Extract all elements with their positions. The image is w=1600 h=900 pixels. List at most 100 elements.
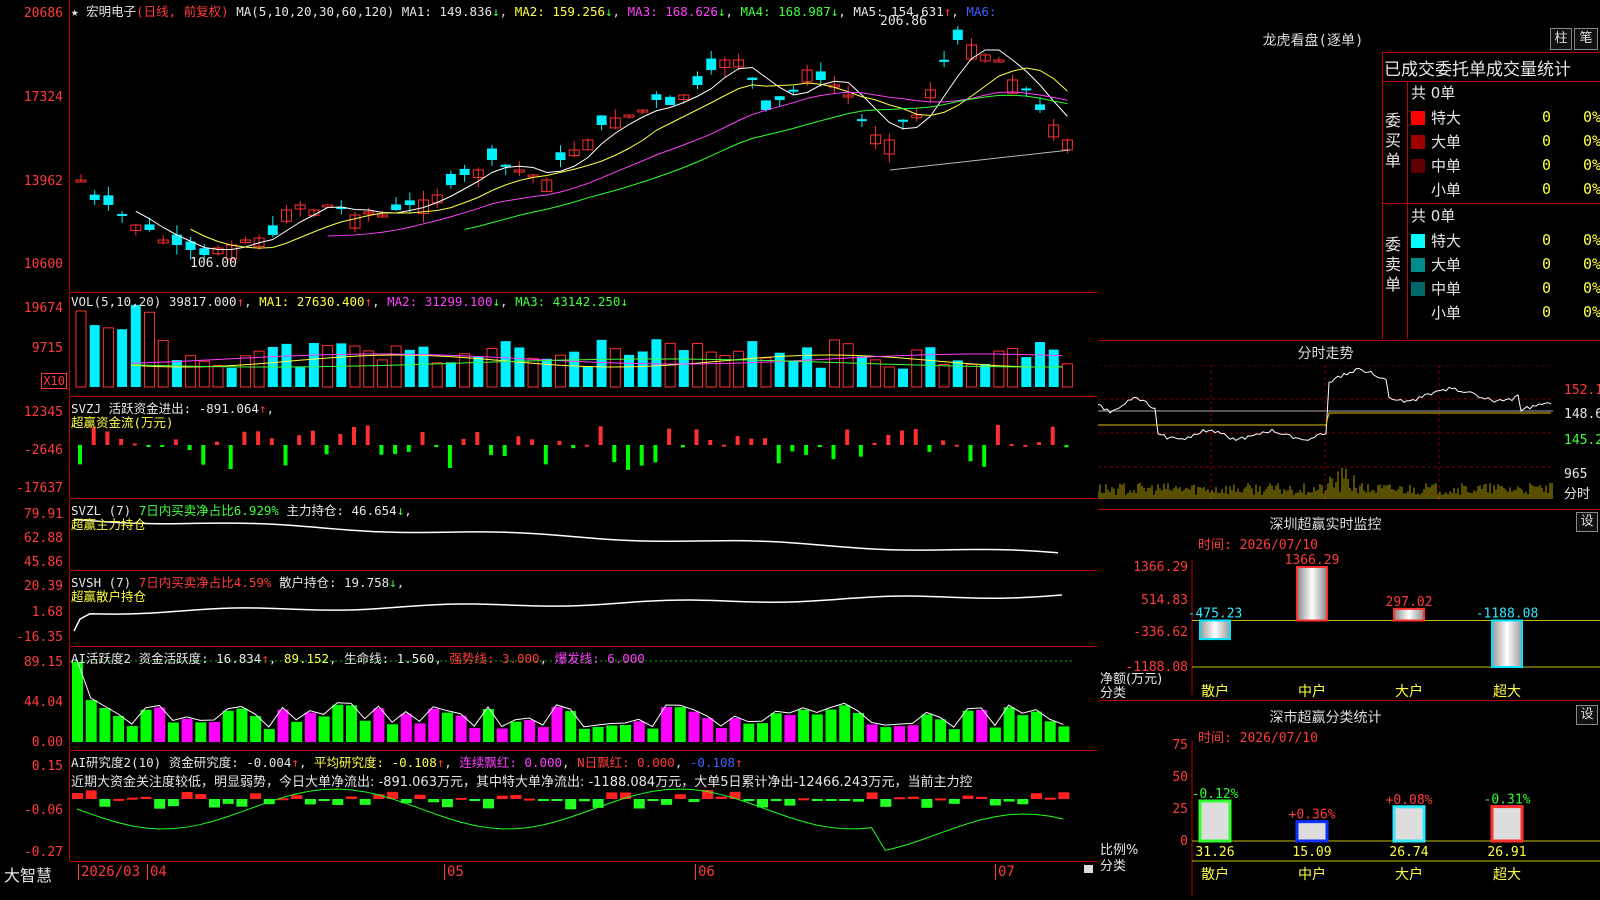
activity-bar — [1003, 707, 1015, 742]
svzj-bar — [379, 445, 384, 455]
candle-down — [815, 71, 826, 80]
research-bar — [1044, 797, 1056, 800]
svzj-bar — [598, 426, 603, 445]
activity-bar — [455, 715, 467, 742]
candle-down — [144, 224, 155, 230]
candle-down — [89, 194, 100, 200]
intraday-tick: 148.6 — [1564, 407, 1600, 422]
research-bar — [428, 799, 440, 803]
ai2-tick: -0.06 — [23, 803, 63, 818]
svzj-bar — [817, 445, 822, 447]
ai2-header: AI研究度2(10) 资金研究度: -0.004↑, 平均研究度: -0.108… — [71, 755, 743, 770]
activity-bar — [757, 723, 768, 742]
volume-label: VOL(5,10,20) — [71, 294, 162, 309]
star-icon: ★ — [71, 4, 87, 19]
activity-bar — [565, 711, 577, 742]
svzj-bar — [667, 428, 672, 445]
volume-bar — [171, 360, 182, 387]
order-type: 大单 — [1431, 132, 1462, 151]
volume-bar — [459, 353, 471, 388]
svzj-bar — [269, 438, 274, 445]
stock-name[interactable]: 宏明电子 — [86, 4, 136, 19]
candle-down — [103, 195, 114, 205]
volume-bar — [952, 360, 963, 387]
monitor-category: 大户 — [1395, 683, 1423, 700]
ai1-tick: 0.00 — [31, 735, 63, 750]
research-bar — [880, 799, 892, 807]
classify-tick: 50 — [1172, 770, 1188, 785]
brand-logo: 大智慧 — [4, 866, 53, 885]
volume-bar — [733, 350, 745, 388]
research-bar — [852, 799, 864, 802]
classify-category: 中户 — [1298, 866, 1326, 883]
ma1-line — [135, 49, 1068, 250]
volume-bar — [336, 343, 347, 387]
svsh-text1: 7日内买卖净占比4.59% — [138, 575, 272, 590]
bar-mode-button[interactable]: 柱 — [1550, 28, 1572, 50]
svzj-bar — [954, 444, 959, 447]
activity-bar — [441, 712, 453, 742]
kline-header: ★ 宏明电子(日线, 前复权) MA(5,10,20,30,60,120) MA… — [71, 4, 997, 19]
classify-value: 31.26 — [1195, 845, 1234, 860]
candle-down — [404, 200, 415, 205]
intraday-panel[interactable]: 分时走势 152.1 148.6 145.2 965 分时 — [1098, 341, 1600, 510]
kline-pane[interactable] — [70, 0, 1097, 293]
order-count: 0 — [1541, 231, 1551, 249]
research-bar — [1003, 799, 1015, 802]
lock-icon[interactable] — [1084, 865, 1093, 873]
volume-bar — [376, 359, 388, 388]
activity-bar — [167, 722, 179, 742]
order-pct: 0% — [1582, 180, 1600, 198]
ma-label: MA(5,10,20,30,60,120) — [236, 4, 395, 19]
volume-bar — [815, 367, 826, 387]
ai2-v3: 连续飘红: 0.000 — [459, 755, 563, 770]
research-bar — [935, 798, 947, 801]
volume-ma3: MA3: 43142.250 — [515, 294, 621, 309]
tick-mode-button[interactable]: 笔 — [1574, 28, 1598, 50]
volume-bar — [788, 360, 799, 387]
volume-bar — [486, 348, 498, 388]
svzj-bar — [557, 440, 562, 445]
activity-bar — [428, 708, 440, 742]
svzj-bar — [530, 439, 535, 445]
research-bar — [606, 792, 618, 799]
svzj-bar — [735, 435, 740, 445]
svzj-bar — [228, 445, 233, 470]
svzj-axis: 12345 -2646 -17637 — [0, 397, 70, 498]
ai1-header: AI活跃度2 资金活跃度: 16.834↑, 89.152, 生命线: 1.56… — [71, 651, 645, 666]
research-bar — [181, 792, 193, 799]
activity-bar — [414, 723, 426, 742]
svzj-bar — [639, 445, 644, 466]
svzj-bar — [845, 429, 850, 445]
activity-bar — [359, 720, 371, 742]
candle-down — [555, 152, 566, 160]
volume-bar — [102, 327, 114, 388]
volume-bar — [89, 325, 100, 387]
monitor-value: 1366.29 — [1285, 553, 1340, 568]
activity-bar — [674, 707, 686, 742]
ai1-v3: 生命线: 1.560 — [344, 651, 435, 666]
order-pct: 0% — [1582, 303, 1600, 321]
activity-bar — [661, 706, 673, 742]
order-pct: 0% — [1582, 108, 1600, 126]
ai2-tick: 0.15 — [31, 759, 63, 774]
activity-bar — [633, 721, 645, 742]
activity-bar — [811, 714, 823, 742]
svzj-bar — [201, 445, 206, 465]
activity-bar — [743, 723, 755, 742]
activity-bar — [72, 662, 83, 742]
monitor-chart: 1366.29 514.83 -336.62 -1188.08 -475.23 散户 136… — [1125, 553, 1600, 700]
monitor-tick: 514.83 — [1141, 593, 1188, 608]
svzj-bar — [1023, 444, 1028, 447]
volume-bar — [856, 356, 867, 387]
activity-bar — [277, 709, 289, 742]
svzl-tick: 79.91 — [23, 507, 63, 522]
svzj-sub: 超赢资金流(万元) — [71, 415, 174, 430]
activity-bar — [715, 728, 727, 742]
svzj-bar — [543, 445, 548, 465]
svzl-line — [73, 518, 1059, 554]
svzj-bar — [461, 438, 466, 445]
activity-bar — [592, 726, 604, 742]
research-bar — [236, 799, 248, 807]
high-mark: 206.86 — [880, 14, 927, 29]
